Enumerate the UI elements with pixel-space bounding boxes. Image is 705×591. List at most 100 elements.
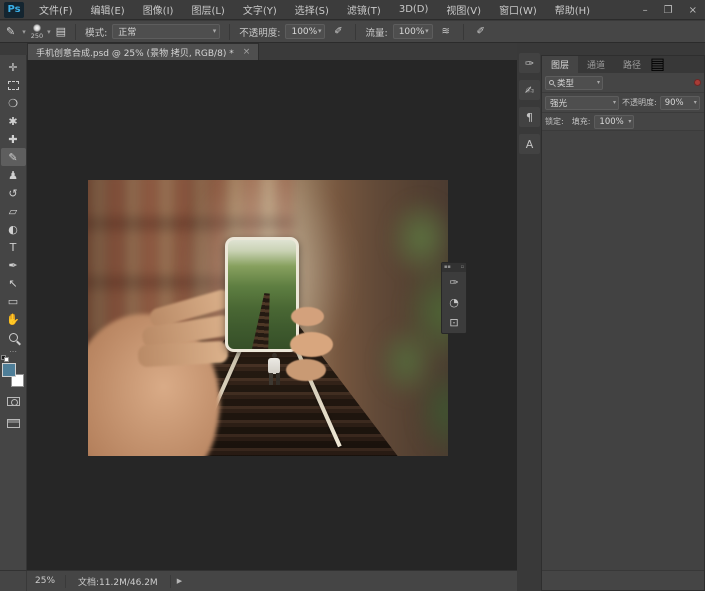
tab-通道[interactable]: 通道 (578, 56, 614, 73)
rectangle-tool[interactable]: ▭ (1, 292, 26, 310)
lasso-tool[interactable]: ❍ (1, 94, 26, 112)
flow-select[interactable]: 100% (393, 24, 433, 39)
brush-panel-icon[interactable]: ✑ (442, 272, 466, 292)
brush-preset-picker[interactable]: 250 ▾ (31, 24, 51, 40)
clone-source-panel-icon[interactable]: ◔ (442, 292, 466, 312)
lock-label: 锁定: (545, 116, 564, 127)
brush-presets-panel-icon[interactable]: ✑ (519, 53, 540, 73)
marquee-tool-icon (8, 81, 19, 90)
image-person-leg (269, 373, 273, 385)
toolbox: ✛ ❍✱✚ ✎ ♟↺ ▱ ◐T✒↖ ▭ ✋ ⋯ (0, 55, 27, 570)
screen-mode-button[interactable] (1, 415, 26, 431)
move-tool[interactable]: ✛ (1, 58, 26, 76)
image-person-head (272, 353, 277, 358)
photoshop-logo: Ps (4, 2, 24, 18)
options-separator (463, 24, 464, 40)
tab-close-icon[interactable]: × (243, 47, 251, 57)
lock-row: 锁定: 填充: 100% (542, 113, 704, 131)
more-tools-icon[interactable]: ⋯ (9, 347, 17, 356)
layer-filter-row: 类型 (542, 73, 704, 93)
tab-图层[interactable]: 图层 (542, 56, 578, 73)
quick-mask-button[interactable] (1, 393, 26, 409)
menu-item-3D(D)[interactable]: 3D(D) (390, 0, 438, 20)
menu-item-文件(F)[interactable]: 文件(F) (30, 0, 82, 20)
brush-tool-icon[interactable]: ✎ (6, 25, 15, 38)
image-fingertip (290, 332, 333, 357)
move-tool-icon: ✛ (8, 62, 17, 73)
layer-fill-select[interactable]: 100% (594, 115, 634, 129)
menu-item-选择(S)[interactable]: 选择(S) (286, 0, 338, 20)
pressure-opacity-icon[interactable]: ✐ (330, 24, 346, 39)
paragraph-panel-icon[interactable]: ¶ (519, 107, 540, 127)
airbrush-icon[interactable]: ≋ (438, 24, 454, 39)
collapsed-dock-header[interactable]: ▪▪ ▫ (442, 263, 466, 272)
status-expand-icon[interactable]: ▶ (171, 577, 188, 585)
history-brush-tool[interactable]: ↺ (1, 184, 26, 202)
quick-mask-icon (7, 397, 20, 406)
tool-presets-panel-icon[interactable]: ✍ (519, 80, 540, 100)
tool-preset-caret-icon[interactable]: ▾ (22, 28, 26, 36)
layer-opacity-select[interactable]: 90% (660, 96, 700, 110)
mode-label: 模式: (85, 25, 107, 39)
brush-tool[interactable]: ✎ (1, 148, 26, 166)
panel-menu-icon[interactable]: ▤ (650, 54, 665, 73)
pen-tool[interactable]: ✒ (1, 256, 26, 274)
image-finger (138, 340, 229, 367)
panel-icon-strip: ✑ ✍ ¶ A (517, 53, 541, 161)
menu-item-文字(Y)[interactable]: 文字(Y) (234, 0, 286, 20)
path-selection-tool[interactable]: ↖ (1, 274, 26, 292)
layer-comps-panel-icon[interactable]: ⊡ (442, 312, 466, 332)
zoom-tool[interactable] (1, 328, 26, 346)
collapsed-dock-icons: ✑◔⊡ (442, 272, 466, 332)
search-icon (549, 80, 554, 85)
layers-panel-bottom-bar (542, 570, 704, 590)
marquee-tool[interactable] (1, 76, 26, 94)
maximize-button[interactable]: ❐ (664, 5, 673, 16)
foreground-color-swatch[interactable] (2, 363, 16, 377)
menu-item-视图(V)[interactable]: 视图(V) (437, 0, 490, 20)
menu-item-编辑(E)[interactable]: 编辑(E) (82, 0, 134, 20)
pressure-size-icon[interactable]: ✐ (473, 24, 489, 39)
filter-type-select[interactable]: 类型 (545, 76, 603, 90)
clone-stamp-tool[interactable]: ♟ (1, 166, 26, 184)
blend-mode-select[interactable]: 正常 (112, 24, 220, 39)
filter-toggle-icon[interactable] (694, 79, 701, 86)
canvas-area[interactable]: ▪▪ ▫ ✑◔⊡ (27, 60, 517, 570)
window-controls: – ❐ × (643, 0, 697, 20)
healing-brush-tool[interactable]: ✚ (1, 130, 26, 148)
menu-item-窗口(W)[interactable]: 窗口(W) (490, 0, 546, 20)
image-phone-screen (228, 240, 296, 350)
zoom-level-field[interactable]: 25% (27, 576, 65, 586)
tab-路径[interactable]: 路径 (614, 56, 650, 73)
menu-item-帮助(H)[interactable]: 帮助(H) (546, 0, 599, 20)
eraser-tool[interactable]: ▱ (1, 202, 26, 220)
minimize-button[interactable]: – (643, 5, 648, 16)
color-swatches (2, 363, 24, 387)
menu-item-图像(I)[interactable]: 图像(I) (134, 0, 183, 20)
menu-item-图层(L)[interactable]: 图层(L) (182, 0, 233, 20)
toggle-brush-panel-icon[interactable]: ▤ (56, 25, 66, 38)
close-button[interactable]: × (689, 5, 697, 16)
eraser-tool-icon: ▱ (9, 206, 17, 217)
default-colors-icon[interactable] (1, 355, 10, 362)
layer-opacity-label: 不透明度: (622, 97, 657, 108)
document-tab-strip: 手机创意合成.psd @ 25% (景物 拷贝, RGB/8) * × (27, 43, 505, 60)
dodge-tool[interactable]: ◐ (1, 220, 26, 238)
brush-tool-icon: ✎ (8, 152, 17, 163)
collapsed-panel-dock: ▪▪ ▫ ✑◔⊡ (441, 262, 467, 334)
rectangle-tool-icon: ▭ (8, 296, 18, 307)
character-panel-icon[interactable]: A (519, 134, 540, 154)
image-fingertip (291, 307, 323, 326)
quick-selection-tool[interactable]: ✱ (1, 112, 26, 130)
image-person-torso (268, 358, 280, 374)
dock-collapse-icon[interactable]: ▫ (461, 265, 464, 270)
hand-tool[interactable]: ✋ (1, 310, 26, 328)
document-tab[interactable]: 手机创意合成.psd @ 25% (景物 拷贝, RGB/8) * × (27, 43, 259, 60)
brush-size-value: 250 (31, 33, 43, 40)
menu-item-滤镜(T)[interactable]: 滤镜(T) (338, 0, 390, 20)
layer-blend-mode-select[interactable]: 强光 (545, 96, 619, 110)
opacity-label: 不透明度: (239, 25, 280, 39)
brush-dot-icon (33, 24, 41, 32)
type-tool[interactable]: T (1, 238, 26, 256)
opacity-select[interactable]: 100% (285, 24, 325, 39)
